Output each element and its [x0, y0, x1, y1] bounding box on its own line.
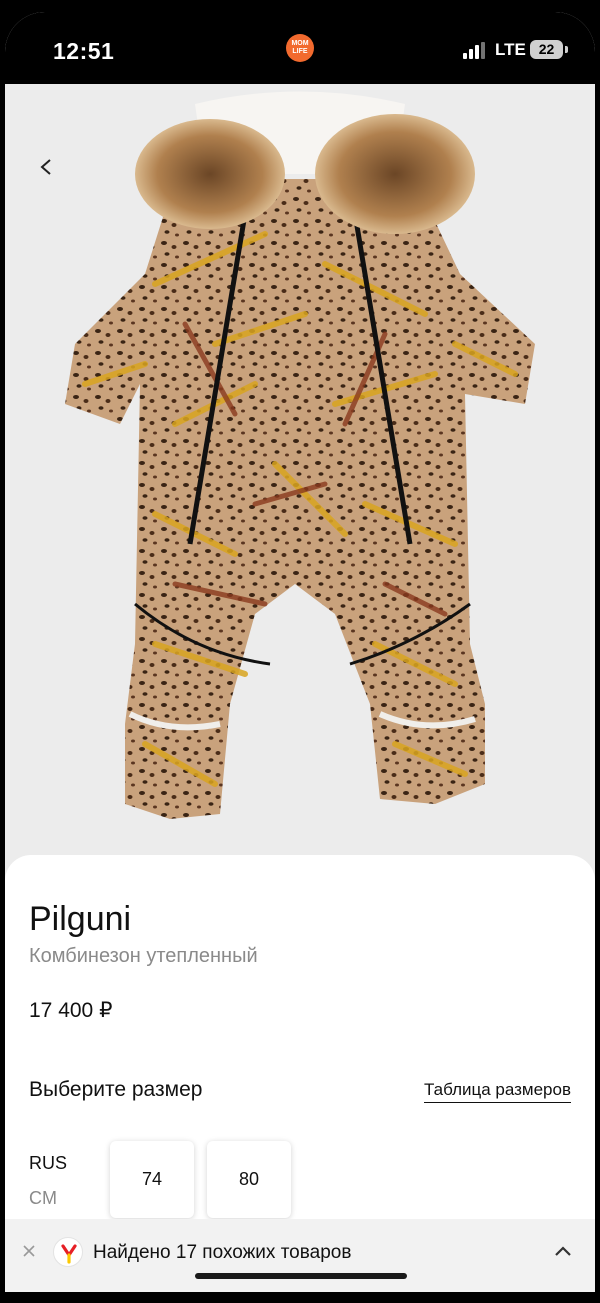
size-option-80[interactable]: 80 — [207, 1141, 291, 1218]
size-system-sub-label: CM — [29, 1188, 57, 1208]
back-arrow-icon[interactable] — [37, 158, 57, 176]
size-heading: Выберите размер — [29, 1078, 203, 1101]
product-brand[interactable]: Pilguni — [29, 900, 131, 939]
battery-tip — [565, 46, 568, 53]
size-option-74[interactable]: 74 — [110, 1141, 194, 1218]
product-image[interactable] — [5, 84, 595, 895]
battery-icon: 22 — [530, 40, 563, 59]
similar-products-bar[interactable]: Найдено 17 похожих товаров — [5, 1219, 595, 1292]
mom-life-app-icon: MOM LIFE — [286, 34, 314, 62]
yandex-icon — [53, 1237, 83, 1267]
close-icon[interactable] — [21, 1243, 37, 1259]
signal-icon — [463, 42, 489, 59]
network-type: LTE — [495, 40, 526, 59]
chevron-up-icon[interactable] — [554, 1245, 572, 1257]
size-system-label: RUS — [29, 1153, 68, 1173]
status-bar: 12:51 MOM LIFE LTE 22 — [5, 12, 595, 84]
product-price: 17 400 ₽ — [29, 999, 113, 1022]
baby-snowsuit-image — [65, 91, 535, 819]
similar-products-text[interactable]: Найдено 17 похожих товаров — [93, 1242, 351, 1264]
status-time: 12:51 — [53, 38, 115, 64]
product-name: Комбинезон утепленный — [29, 945, 258, 967]
phone-screen: 12:51 MOM LIFE LTE 22 Pilguni Комбинезон… — [5, 12, 595, 1292]
home-indicator[interactable] — [195, 1273, 407, 1279]
size-table-link[interactable]: Таблица размеров — [424, 1080, 571, 1103]
